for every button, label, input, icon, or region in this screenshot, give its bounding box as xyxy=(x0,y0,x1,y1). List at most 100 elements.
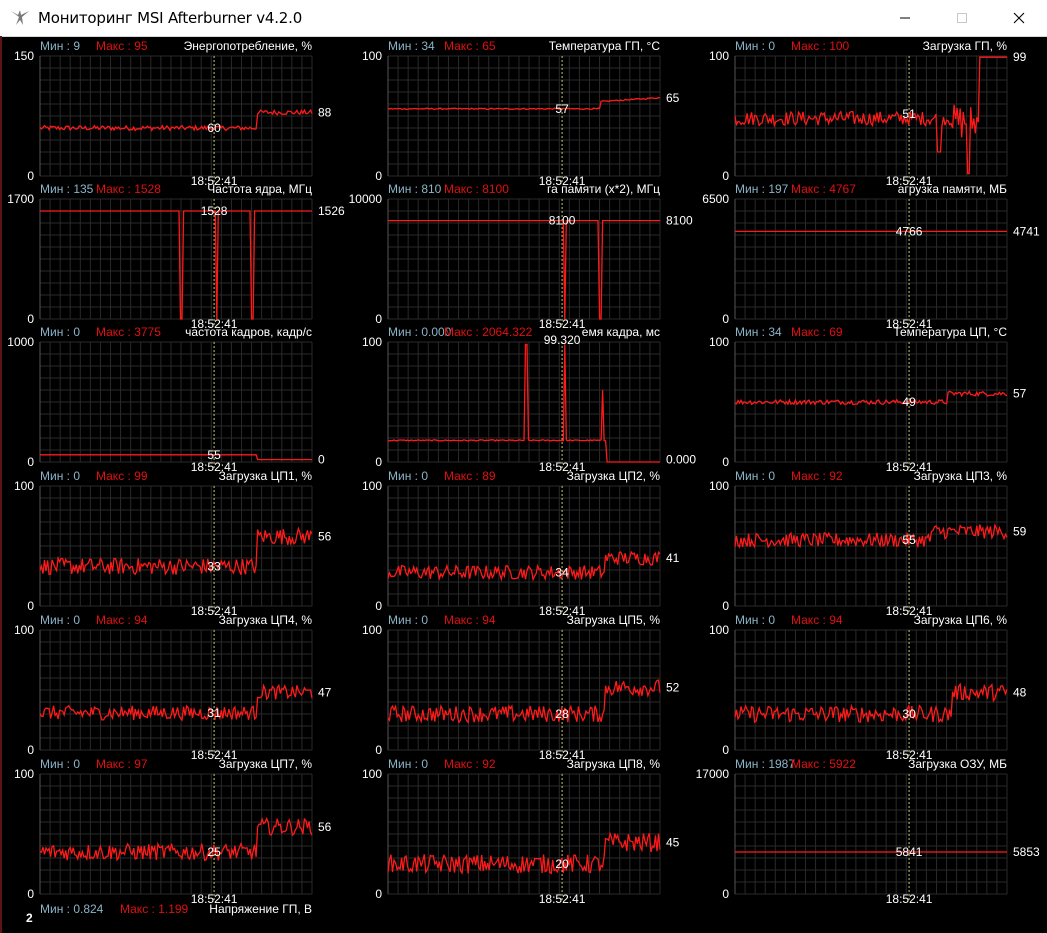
y-axis-max-label: 100 xyxy=(709,623,729,637)
cursor-value-label: 51 xyxy=(902,107,916,121)
max-value-label: Макс : 92 xyxy=(444,757,496,771)
graph-title: Загрузка ЦП6, % xyxy=(914,613,1008,627)
graph-cpu7-load[interactable]: Мин : 0 Макс : 97 Загрузка ЦП7, %10002518:… xyxy=(14,757,332,906)
close-icon xyxy=(1013,12,1025,24)
graph-cpu2-load[interactable]: Мин : 0 Макс : 89 Загрузка ЦП2, %10003418:… xyxy=(362,469,680,618)
series-line xyxy=(387,831,661,875)
graphs-canvas: Мин : 9 Макс : 95 Энергопотребление, % 150 0… xyxy=(7,39,1040,916)
min-value-label: Мин : 0 xyxy=(388,757,428,771)
grid xyxy=(387,485,661,607)
y-axis-min-label: 0 xyxy=(27,312,34,326)
minimize-button[interactable] xyxy=(882,0,928,36)
current-value-label: 5853 xyxy=(1013,845,1040,859)
cursor-value-label: 99.320 xyxy=(544,333,581,347)
min-value-label: Мин : 0 xyxy=(40,613,80,627)
current-value-label: 88 xyxy=(318,105,332,119)
close-button[interactable] xyxy=(996,0,1042,36)
cursor-value-label: 4766 xyxy=(896,224,923,238)
graph-cpu1-load[interactable]: Мин : 0 Макс : 99 Загрузка ЦП1, %10003318:… xyxy=(14,469,332,618)
graph-title: Температура ЦП, °C xyxy=(893,325,1007,339)
y-axis-max-label: 6500 xyxy=(702,192,729,206)
graph-cpu8-load[interactable]: Мин : 0 Макс : 92 Загрузка ЦП8, % 100 0 20 18:… xyxy=(362,757,680,906)
max-value-label: Макс : 94 xyxy=(791,613,843,627)
graph-power[interactable]: Мин : 9 Макс : 95 Энергопотребление, % 150 0… xyxy=(14,39,332,188)
grid xyxy=(734,773,1008,895)
graph-gpu-load[interactable]: Мин : 0 Макс : 100 Загрузка ГП, %10005118:… xyxy=(709,39,1027,188)
max-value-label: Макс : 92 xyxy=(791,469,843,483)
graph-cpu6-load[interactable]: Мин : 0 Макс : 94 Загрузка ЦП6, %10003018:… xyxy=(709,613,1027,762)
current-value-label: 8100 xyxy=(666,214,693,228)
graph-title: Загрузка ЦП3, % xyxy=(914,469,1008,483)
monitoring-graphs-panel[interactable]: Мин : 9 Макс : 95 Энергопотребление, % 150 0… xyxy=(0,36,1047,933)
max-value-label: Макс : 94 xyxy=(444,613,496,627)
graph-cpu4-load[interactable]: Мин : 0 Макс : 94 Загрузка ЦП4, %10003118:… xyxy=(14,613,332,762)
cursor-time-label: 18:52:41 xyxy=(539,317,586,331)
current-value-label: 1526 xyxy=(318,204,345,218)
graph-title: Энергопотребление, % xyxy=(184,39,313,53)
series-line xyxy=(39,108,313,132)
cursor-value-label: 55 xyxy=(902,533,916,547)
series-line xyxy=(39,817,313,862)
y-axis-min-label: 0 xyxy=(375,312,382,326)
y-axis-max-label: 100 xyxy=(14,767,34,781)
series-line xyxy=(387,679,661,725)
graph-title: агрузка памяти, МБ xyxy=(898,182,1007,196)
cursor-value-label: 49 xyxy=(902,395,916,409)
max-value-label: Макс : 97 xyxy=(96,757,148,771)
max-value-label: Макс : 94 xyxy=(96,613,148,627)
maximize-button[interactable] xyxy=(939,0,985,36)
min-value-label: Мин : 9 xyxy=(40,39,80,53)
graph-title: Загрузка ЦП1, % xyxy=(219,469,313,483)
graph-title: Загрузка ЦП7, % xyxy=(219,757,313,771)
y-axis-max-label: 100 xyxy=(362,479,382,493)
y-axis-min-label: 0 xyxy=(722,887,729,901)
cursor-value-label: 1528 xyxy=(201,204,228,218)
max-value-label: Макс : 99 xyxy=(96,469,148,483)
grid xyxy=(387,773,661,895)
grid xyxy=(734,629,1008,751)
min-value-label: Мин : 0 xyxy=(735,39,775,53)
graph-gpu-temp[interactable]: Мин : 34 Макс : 65 Температура ГП, °C 100 0 5… xyxy=(362,39,680,188)
series-line xyxy=(40,210,312,320)
y-axis-min-label: 0 xyxy=(375,455,382,469)
grid xyxy=(387,629,661,751)
cursor-value-label: 5841 xyxy=(896,845,923,859)
graph-framerate[interactable]: Мин : 0 Макс : 3775 частота кадров, кадр/с… xyxy=(7,325,325,474)
graph-title: Загрузка ОЗУ, МБ xyxy=(908,757,1007,771)
y-axis-max-label: 100 xyxy=(709,479,729,493)
cursor-value-label: 30 xyxy=(902,707,916,721)
y-axis-max-label: 150 xyxy=(14,49,34,63)
y-axis-min-label: 0 xyxy=(375,599,382,613)
max-value-label: Макс : 95 xyxy=(96,39,148,53)
current-value-label: 48 xyxy=(1013,685,1027,699)
voltage-axis-max-label: 2 xyxy=(26,911,33,925)
cursor-value-label: 60 xyxy=(207,121,221,135)
graph-mem-clock[interactable]: Мин : 810 Макс : 8100 га памяти (x*2), МГц… xyxy=(349,182,693,331)
y-axis-min-label: 0 xyxy=(722,312,729,326)
graph-cpu3-load[interactable]: Мин : 0 Макс : 92 Загрузка ЦП3, %10005518:… xyxy=(709,469,1027,618)
graph-title: емя кадра, мс xyxy=(582,325,660,339)
graph-core-clock[interactable]: Мин : 135 Макс : 1528 Частота ядра, МГц 170… xyxy=(7,182,345,331)
grid xyxy=(387,55,661,177)
graph-ram-usage[interactable]: Мин : 1987Макс : 5922 Загрузка ОЗУ, МБ 170… xyxy=(696,757,1040,906)
current-value-label: 4741 xyxy=(1013,224,1040,238)
graph-gpu-voltage[interactable]: Мин : 0.824 Макс : 1.199 Напряжение ГП, В xyxy=(40,902,312,916)
graph-frametime[interactable]: Мин : 0.000Макс : 2064.322 емя кадра, мс 1… xyxy=(362,325,696,474)
max-value-label: Макс : 3775 xyxy=(96,325,161,339)
cursor-value-label: 25 xyxy=(207,845,221,859)
cursor-value-label: 20 xyxy=(555,857,569,871)
current-value-label: 0 xyxy=(318,453,325,467)
y-axis-max-label: 1700 xyxy=(7,192,34,206)
graph-cpu-temp[interactable]: Мин : 34 Макс : 69 Температура ЦП, °C 100 0 4… xyxy=(709,325,1027,474)
y-axis-min-label: 0 xyxy=(722,599,729,613)
max-value-label: Макс : 1528 xyxy=(96,182,161,196)
cursor-value-label: 34 xyxy=(555,565,569,579)
graph-mem-load[interactable]: Мин : 197 Макс : 4767 агрузка памяти, МБ 65… xyxy=(702,182,1040,331)
graph-cpu5-load[interactable]: Мин : 0 Макс : 94 Загрузка ЦП5, %10002818:… xyxy=(362,613,680,762)
series-line xyxy=(39,526,313,576)
y-axis-max-label: 100 xyxy=(14,623,34,637)
current-value-label: 59 xyxy=(1013,525,1027,539)
max-value-label: Макс : 65 xyxy=(444,39,496,53)
current-value-label: 52 xyxy=(666,681,680,695)
y-axis-max-label: 100 xyxy=(709,335,729,349)
